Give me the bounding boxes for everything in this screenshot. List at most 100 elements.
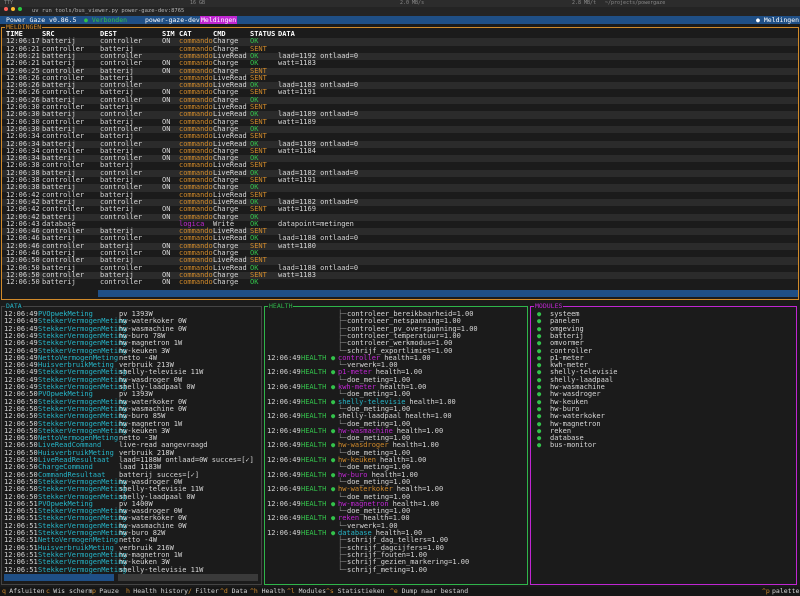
health-time: 12:06:49 — [267, 397, 301, 406]
macos-menu-bar: TTY 16 GB 2.0 MB/s 2.8 MB/t ~/projects/p… — [0, 0, 800, 7]
column-header: DATA — [278, 30, 295, 38]
health-tag: HEALTH — [301, 529, 327, 537]
health-tag: HEALTH — [301, 456, 327, 464]
health-pane: HEALTH ├─ controleer_bereikbaarheid=1.00 ├… — [264, 303, 528, 585]
footer-label-palette[interactable]: palette — [772, 587, 799, 596]
footer-key: ^d — [220, 587, 228, 595]
modules-title: MODULES — [534, 302, 564, 310]
cell-sim: ON — [162, 249, 171, 257]
cell-data: watt=1191 — [278, 176, 316, 184]
table-row[interactable]: 12:06:42 batterij controller ON commando Char… — [2, 212, 798, 221]
tree-branch: └─ — [338, 565, 347, 574]
module-item[interactable]: ● hw-magnetron — [537, 420, 787, 428]
health-tag: HEALTH — [301, 397, 327, 406]
data-value: shelly-televisie 11W — [119, 565, 204, 574]
health-tag: HEALTH — [301, 426, 327, 435]
footer-keybar: q Afsluiten c Wis scherm p Pauze h Health histo… — [0, 587, 800, 596]
minimize-window-button[interactable] — [11, 7, 15, 11]
footer-action-health[interactable]: Health — [262, 587, 285, 596]
health-time: 12:06:49 — [267, 514, 301, 523]
health-time: 12:06:49 — [267, 368, 301, 377]
zoom-window-button[interactable] — [18, 7, 22, 11]
health-time: 12:06:49 — [267, 426, 301, 435]
table-row[interactable]: 12:06:50 batterij controller ON commando Char… — [2, 278, 798, 287]
health-time: 12:06:49 — [267, 499, 301, 508]
os-item: ~/projects/powergaze — [605, 0, 666, 6]
footer-key: ^l — [287, 587, 295, 595]
health-time: 12:06:49 — [267, 529, 301, 537]
data-scrollbar-thumb[interactable] — [4, 574, 114, 581]
status-dot-icon: ● — [331, 353, 336, 362]
health-time: 12:06:49 — [267, 353, 301, 362]
health-time: 12:06:49 — [267, 383, 301, 391]
terminal-titlebar: uv run tools/bus_viewer.py power-gaze-de… — [0, 7, 800, 16]
footer-action-modules[interactable]: Modules — [299, 587, 326, 596]
status-dot-icon: ● — [331, 426, 336, 435]
footer-action-wis-scherm[interactable]: Wis scherm — [53, 587, 92, 596]
data-time: 12:06:51 — [4, 565, 38, 574]
status-dot-icon: ● — [331, 514, 336, 523]
status-dot-icon: ● — [331, 456, 336, 464]
health-value: health=1.00 — [409, 397, 456, 406]
cell-sim: ON — [162, 183, 171, 192]
footer-action-filter[interactable]: Filter — [195, 587, 218, 596]
footer-key: ^e — [390, 587, 398, 595]
footer-key: c — [46, 587, 50, 595]
footer-key: q — [2, 587, 6, 595]
footer-key: h — [126, 587, 130, 595]
data-event: StekkerVermogenMeting — [38, 565, 127, 574]
footer-action-statistieken[interactable]: Statistieken — [338, 587, 385, 596]
footer-action-health-history[interactable]: Health history — [133, 587, 188, 596]
cell-data: watt=1169 — [278, 205, 316, 214]
cell-time: 12:06:50 — [6, 278, 40, 287]
os-item: 16 GB — [190, 0, 206, 6]
messages-pane: MELDINGEN TIME SRC DEST SIM CAT CMD STATUS DATA… — [1, 24, 799, 300]
cell-sim: ON — [162, 124, 171, 133]
health-tag: HEALTH — [301, 353, 327, 362]
footer-action-dump-naar-bestand[interactable]: Dump naar bestand — [402, 587, 469, 596]
health-tag: HEALTH — [301, 441, 327, 450]
status-dot-icon: ● — [537, 441, 542, 450]
status-dot-icon: ● — [331, 383, 336, 391]
cell-sim: ON — [162, 278, 171, 287]
footer-key: / — [188, 587, 192, 595]
os-item: 2.8 MB/t — [572, 0, 597, 6]
cell-sim: ON — [162, 212, 171, 221]
cell-data: watt=1183 — [278, 59, 316, 68]
footer-action-afsluiten[interactable]: Afsluiten — [9, 587, 44, 596]
health-tag: HEALTH — [301, 514, 327, 523]
footer-action-pauze[interactable]: Pauze — [99, 587, 119, 596]
meldingen-indicator[interactable]: ● Meldingen — [756, 16, 799, 24]
health-tag: HEALTH — [301, 368, 327, 377]
cell-status: OK — [250, 278, 259, 287]
cell-data: watt=1184 — [278, 146, 316, 155]
data-title: DATA — [5, 302, 23, 310]
footer-action-data[interactable]: Data — [232, 587, 248, 596]
health-tag: HEALTH — [301, 499, 327, 508]
connection-status: ● Verbonden — [84, 16, 128, 24]
window-title: uv run tools/bus_viewer.py power-gaze-de… — [32, 8, 185, 14]
data-pane: DATA 12:06:49 PVOpwekMeting pv 1393W 12:06:… — [1, 302, 262, 585]
health-time: 12:06:49 — [267, 441, 301, 450]
cell-cat: commando — [179, 278, 213, 287]
health-value: health=1.00 — [405, 412, 452, 421]
footer-key: p — [92, 587, 96, 595]
status-dot-icon: ● — [331, 441, 336, 450]
list-item: 12:06:51 StekkerVermogenMeting shelly-tele… — [4, 565, 260, 574]
health-tag: HEALTH — [301, 470, 327, 479]
messages-scrollbar[interactable] — [98, 290, 798, 297]
health-tag: HEALTH — [301, 383, 327, 391]
health-time: 12:06:49 — [267, 456, 301, 464]
data-scrollbar-track[interactable] — [118, 574, 258, 581]
health-line: └─ schrijf_meting=1.00 — [265, 565, 527, 574]
app-header: Power Gaze v0.86.5 ● Verbonden power-gaz… — [0, 16, 800, 24]
modules-pane: MODULES ● systeem ● panelen ● omgeving ● batter… — [530, 302, 797, 585]
status-dot-icon: ● — [331, 368, 336, 377]
close-window-button[interactable] — [4, 7, 8, 11]
footer-key: ^h — [250, 587, 258, 595]
health-tag: HEALTH — [301, 485, 327, 494]
module-item[interactable]: ● bus-monitor — [537, 441, 787, 450]
cell-cmd: Charge — [213, 278, 239, 287]
status-dot-icon: ● — [331, 397, 336, 406]
cell-sim: ON — [162, 37, 171, 46]
